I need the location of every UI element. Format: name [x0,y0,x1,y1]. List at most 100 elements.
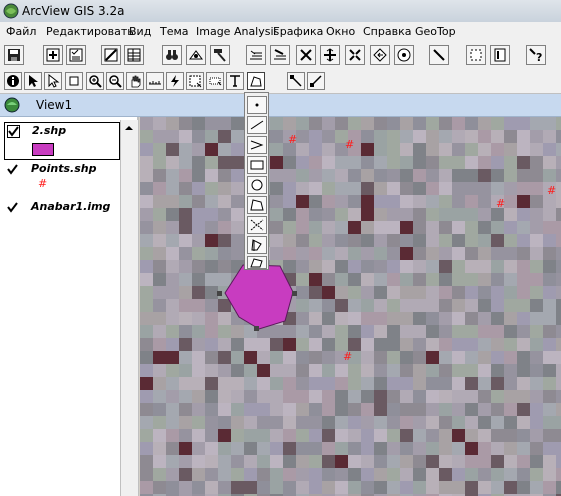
draw-tool-palette [244,92,269,270]
theme-properties-button[interactable] [66,45,86,65]
svg-text:?: ? [536,51,542,63]
split-polygon-tool[interactable] [247,236,267,254]
save-project-button[interactable] [4,45,24,65]
menu-geotop[interactable]: GeoTop [415,25,456,38]
split-line-icon [250,219,264,231]
label-tool[interactable] [206,72,224,90]
theme-name: Anabar1.img [31,200,111,213]
lightning-icon [171,75,179,87]
arcview-app-icon [3,3,19,19]
draw-straight-line-tool[interactable] [247,116,267,134]
page-icon [494,48,506,62]
label-icon [209,77,222,86]
polygon-icon [250,199,264,211]
zoom-previous-button[interactable] [370,45,390,65]
selection-handle[interactable] [292,291,297,296]
zoom-themes-icon [274,49,286,60]
draw-polygon-tool[interactable] [247,196,267,214]
identify-tool[interactable] [4,72,22,90]
magnifier-plus-icon [89,75,102,88]
point-marker: # [496,197,506,210]
window-title: ArcView GIS 3.2a [22,4,125,18]
arrow-pointer-icon [29,75,38,87]
select-features-button[interactable] [394,45,414,65]
menu-file[interactable]: Файл [6,25,36,38]
polyline-icon [250,140,264,150]
theme-anabar1-img[interactable]: Anabar1.img [4,199,118,217]
visibility-check[interactable] [6,163,19,176]
tool-bar [0,70,561,94]
area-select-icon [189,75,202,88]
menu-window[interactable]: Окно [326,25,355,38]
point-marker: # [547,184,557,197]
hotlink-button[interactable] [429,45,449,65]
point-marker: # [343,350,353,363]
measure-tool[interactable] [146,72,164,90]
draw-rectangle-tool[interactable] [247,156,267,174]
edit-legend-button[interactable] [101,45,121,65]
draw-polyline-tool[interactable] [247,136,267,154]
zoom-to-themes-button[interactable] [270,45,290,65]
point-marker: # [288,133,298,146]
add-theme-button[interactable] [43,45,63,65]
help-arrow-icon: ? [529,48,542,63]
menu-theme[interactable]: Тема [160,25,189,38]
draw-point-tool[interactable] [247,96,267,114]
find-button[interactable] [162,45,182,65]
line-icon [250,120,264,130]
pan-tool[interactable] [126,72,144,90]
menu-graphics[interactable]: Графика [273,25,323,38]
append-polygon-icon [250,258,263,268]
hotlink-icon [433,49,445,61]
print-button[interactable] [490,45,510,65]
theme-points-shp[interactable]: Points.shp # [4,161,118,195]
split-line-tool[interactable] [247,216,267,234]
zoom-in-tool[interactable] [86,72,104,90]
query-builder-button[interactable] [210,45,230,65]
floppy-icon [8,49,20,61]
snap-interactive-tool[interactable] [307,72,325,90]
layout-button[interactable] [466,45,486,65]
point-legend-marker: # [38,177,48,190]
menu-bar: Файл Редактировать Вид Тема Image Analys… [0,22,561,43]
polygon-feature[interactable] [224,264,294,330]
map-display[interactable]: # # # # # [140,117,561,496]
open-table-button[interactable] [124,45,144,65]
help-button[interactable]: ? [526,45,546,65]
zoom-in-button[interactable] [320,45,340,65]
append-polygon-tool[interactable] [247,256,267,269]
zoom-out-button[interactable] [345,45,365,65]
scroll-up-arrow-icon[interactable] [121,120,137,136]
snap-interactive-icon [310,75,322,87]
selection-handle[interactable] [254,326,259,331]
menu-view[interactable]: Вид [129,25,151,38]
draw-polygon-icon [250,76,262,87]
menu-help[interactable]: Справка [363,25,411,38]
pointer-tool[interactable] [24,72,42,90]
menu-edit[interactable]: Редактировать [46,25,134,38]
selection-handle[interactable] [217,291,222,296]
area-of-interest-tool[interactable] [186,72,204,90]
snap-general-tool[interactable] [287,72,305,90]
draw-circle-tool[interactable] [247,176,267,194]
add-theme-icon [46,48,60,62]
zoom-selected-icon [300,49,312,61]
select-feature-tool[interactable] [65,72,83,90]
zoom-to-full-extent-button[interactable] [246,45,266,65]
visibility-checkbox[interactable] [7,125,20,138]
hotlink-tool[interactable] [166,72,184,90]
visibility-check[interactable] [6,201,19,214]
toc-scrollbar[interactable] [120,120,138,496]
magnifier-minus-icon [109,75,122,88]
select-features-icon [397,48,411,62]
zoom-to-selected-button[interactable] [296,45,316,65]
view-window-icon [4,97,20,113]
vertex-edit-tool[interactable] [44,72,62,90]
locate-address-button[interactable] [186,45,206,65]
text-tool[interactable] [226,72,244,90]
ruler-icon [149,81,161,85]
zoom-out-tool[interactable] [106,72,124,90]
theme-2-shp[interactable]: 2.shp [4,122,120,160]
draw-tool[interactable] [247,72,265,90]
menu-image-analysis[interactable]: Image Analysis [196,25,279,38]
